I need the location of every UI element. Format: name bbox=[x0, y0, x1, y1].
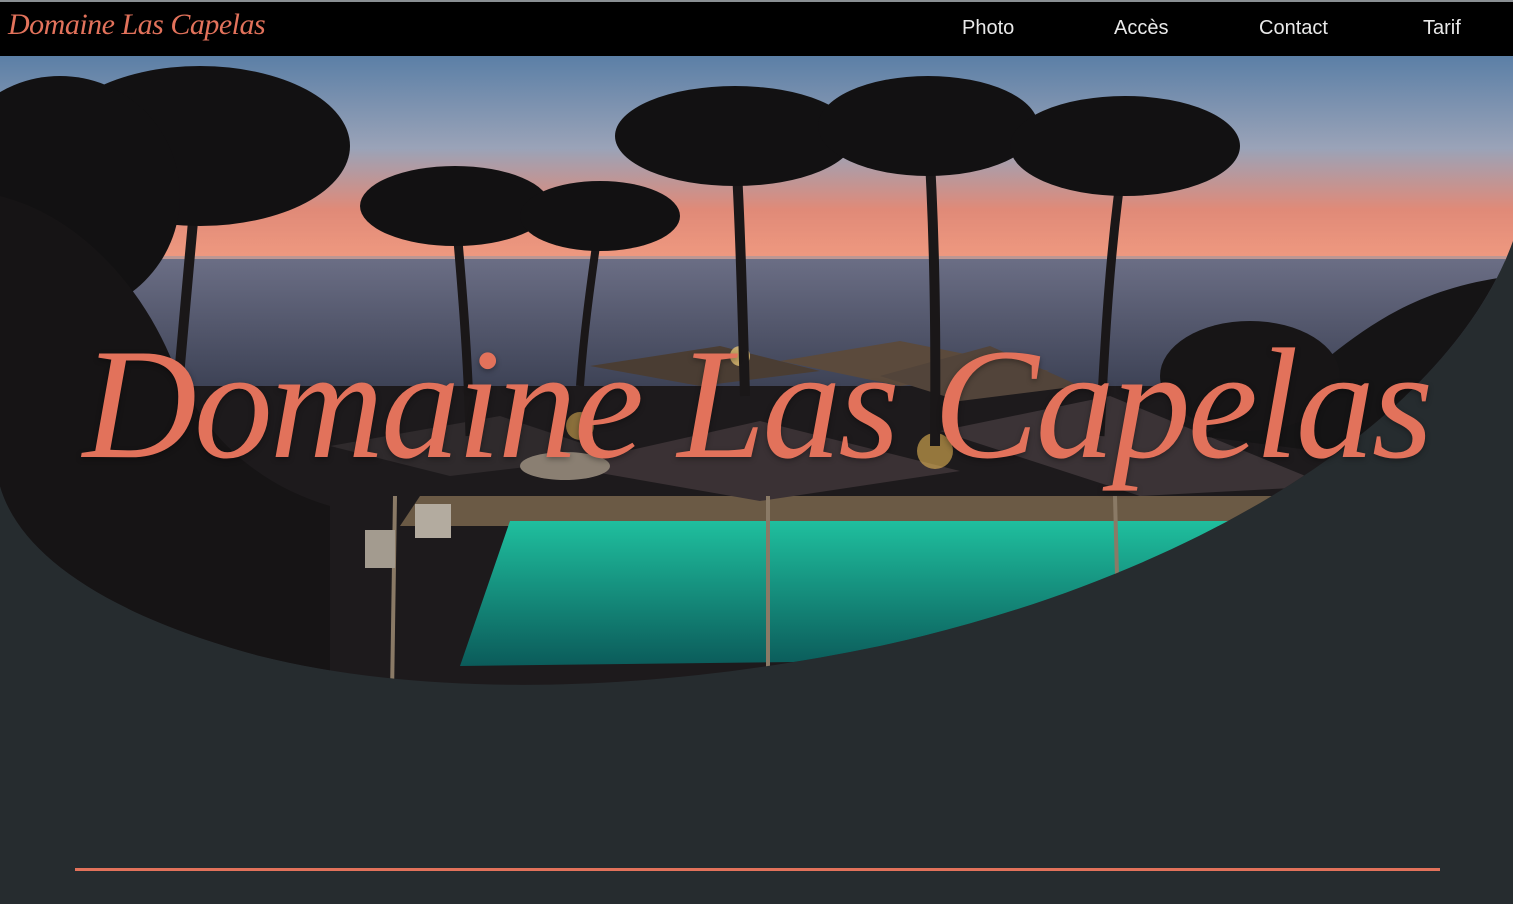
nav-link-tarif[interactable]: Tarif bbox=[1423, 17, 1461, 40]
site-logo[interactable]: Domaine Las Capelas bbox=[8, 8, 266, 42]
nav-link-photo[interactable]: Photo bbox=[962, 17, 1014, 40]
hero-title: Domaine Las Capelas bbox=[82, 317, 1434, 492]
nav-link-acces[interactable]: Accès bbox=[1114, 17, 1168, 40]
site-header: Domaine Las Capelas Photo Accès Contact … bbox=[0, 2, 1513, 56]
section-divider bbox=[75, 868, 1440, 871]
hero-banner: Domaine Las Capelas bbox=[0, 56, 1513, 696]
nav-link-contact[interactable]: Contact bbox=[1259, 17, 1328, 40]
